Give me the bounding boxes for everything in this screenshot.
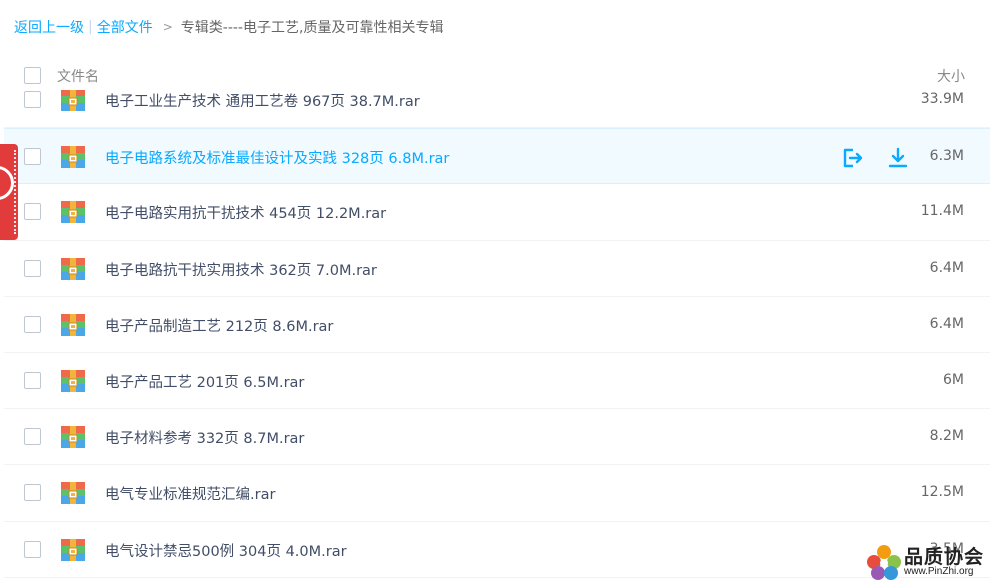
file-size: 6.4M [929, 259, 964, 276]
file-size: 6M [943, 371, 964, 388]
back-link[interactable]: 返回上一级 [14, 17, 84, 37]
download-icon[interactable] [886, 146, 910, 170]
all-files-link[interactable]: 全部文件 [97, 17, 153, 37]
row-checkbox[interactable] [24, 315, 41, 333]
file-size: 11.4M [920, 203, 964, 220]
column-header-name[interactable]: 文件名 [57, 66, 99, 86]
file-size: 33.9M [920, 91, 964, 107]
watermark-name: 品质协会 [904, 546, 985, 568]
file-name[interactable]: 电气专业标准规范汇编.rar [105, 483, 275, 504]
file-row[interactable]: 电子电路实用抗干扰技术 454页 12.2M.rar 11.4M [4, 184, 990, 241]
share-icon[interactable] [840, 146, 864, 170]
rar-archive-icon [61, 538, 85, 561]
file-list[interactable]: 电子工业生产技术 通用工艺卷 967页 38.7M.rar 33.9M 电子电路… [4, 90, 990, 583]
select-all-checkbox[interactable] [24, 67, 41, 84]
rar-archive-icon [61, 257, 85, 280]
row-checkbox[interactable] [24, 540, 41, 558]
row-checkbox[interactable] [24, 203, 41, 221]
file-row[interactable]: 电子材料参考 332页 8.7M.rar 8.2M [4, 409, 990, 466]
file-name[interactable]: 电子电路实用抗干扰技术 454页 12.2M.rar [105, 202, 386, 223]
rar-archive-icon [61, 146, 85, 169]
rar-archive-icon [61, 90, 85, 111]
file-row[interactable]: 电气设计禁忌500例 304页 4.0M.rar 3.5M [4, 522, 990, 578]
watermark: 品质协会 www.PinZhi.org [862, 540, 990, 583]
file-row[interactable]: 电子产品制造工艺 212页 8.6M.rar 6.4M [4, 297, 990, 353]
row-checkbox[interactable] [24, 484, 41, 502]
side-floating-tab[interactable] [0, 144, 18, 240]
row-checkbox[interactable] [24, 91, 41, 108]
rar-archive-icon [61, 313, 85, 336]
breadcrumb-arrow: > [162, 20, 173, 34]
file-size: 6.4M [929, 315, 964, 332]
row-checkbox[interactable] [24, 428, 41, 446]
rar-archive-icon [61, 426, 85, 449]
file-row[interactable]: 电子工业生产技术 通用工艺卷 967页 38.7M.rar 33.9M [4, 90, 990, 129]
file-name[interactable]: 电子产品工艺 201页 6.5M.rar [105, 371, 304, 392]
watermark-logo-icon [867, 545, 901, 580]
row-checkbox[interactable] [24, 371, 41, 389]
row-actions [840, 146, 920, 170]
file-row[interactable]: 电子电路抗干扰实用技术 362页 7.0M.rar 6.4M [4, 241, 990, 297]
file-name[interactable]: 电子电路系统及标准最佳设计及实践 328页 6.8M.rar [105, 147, 449, 168]
rar-archive-icon [61, 201, 85, 224]
file-size: 12.5M [920, 484, 964, 501]
file-name[interactable]: 电气设计禁忌500例 304页 4.0M.rar [105, 540, 347, 561]
breadcrumb-separator: | [88, 19, 93, 35]
file-name[interactable]: 电子工业生产技术 通用工艺卷 967页 38.7M.rar [105, 90, 420, 111]
file-name[interactable]: 电子电路抗干扰实用技术 362页 7.0M.rar [105, 259, 377, 280]
file-row[interactable]: 电气专业标准规范汇编.rar 12.5M [4, 465, 990, 522]
file-size: 8.2M [929, 428, 964, 445]
breadcrumb-current: 专辑类----电子工艺,质量及可靠性相关专辑 [180, 20, 444, 36]
list-header: 文件名 大小 [0, 60, 990, 90]
watermark-url: www.PinZhi.org [904, 566, 974, 577]
row-checkbox[interactable] [24, 148, 41, 166]
column-header-size[interactable]: 大小 [937, 66, 965, 86]
file-row[interactable]: 电子电路系统及标准最佳设计及实践 328页 6.8M.rar 6.3M [4, 128, 990, 185]
file-name[interactable]: 电子材料参考 332页 8.7M.rar [105, 427, 304, 448]
rar-archive-icon [61, 369, 85, 392]
file-size: 6.3M [929, 148, 964, 165]
side-tab-ring-icon [0, 166, 14, 200]
file-row[interactable]: 电子产品工艺 201页 6.5M.rar 6M [4, 353, 990, 410]
rar-archive-icon [61, 482, 85, 505]
file-name[interactable]: 电子产品制造工艺 212页 8.6M.rar [105, 315, 333, 336]
breadcrumb: 返回上一级 | 全部文件 > 专辑类----电子工艺,质量及可靠性相关专辑 [14, 17, 443, 37]
row-checkbox[interactable] [24, 259, 41, 277]
side-tab-perforation [14, 150, 16, 234]
